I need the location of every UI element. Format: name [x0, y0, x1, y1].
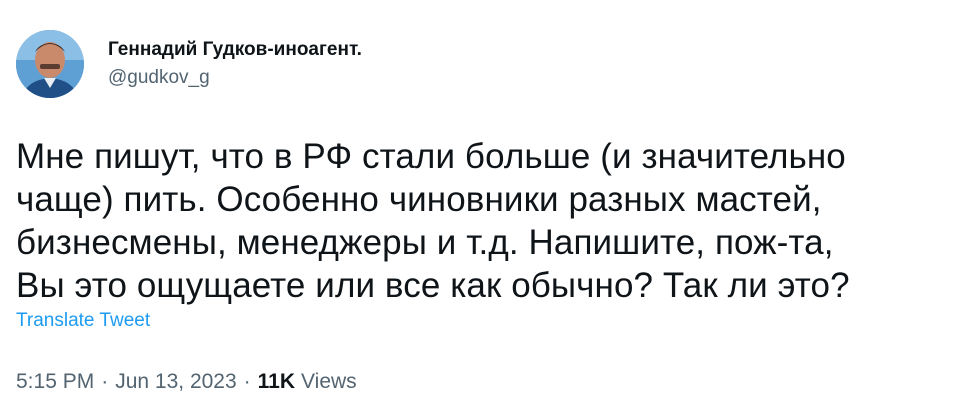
tweet-header: Геннадий Гудков-иноагент. @gudkov_g: [16, 30, 362, 98]
meta-separator: ·: [101, 370, 109, 393]
translate-tweet-link[interactable]: Translate Tweet: [16, 310, 150, 332]
author-display-name[interactable]: Геннадий Гудков-иноагент.: [108, 39, 362, 61]
author-handle[interactable]: @gudkov_g: [108, 67, 362, 89]
tweet-meta: 5:15 PM · Jun 13, 2023 · 11K Views: [16, 370, 357, 394]
tweet-time[interactable]: 5:15 PM: [16, 370, 94, 394]
avatar-image: [16, 30, 84, 98]
views-label: Views: [301, 370, 357, 393]
tweet: Геннадий Гудков-иноагент. @gudkov_g Мне …: [0, 0, 958, 414]
meta-separator: ·: [243, 370, 251, 393]
tweet-date[interactable]: Jun 13, 2023: [115, 370, 236, 394]
tweet-text: Мне пишут, что в РФ стали больше (и знач…: [16, 137, 850, 305]
author-names: Геннадий Гудков-иноагент. @gudkov_g: [108, 39, 362, 89]
avatar[interactable]: [16, 30, 84, 98]
views-count: 11K: [257, 370, 296, 393]
